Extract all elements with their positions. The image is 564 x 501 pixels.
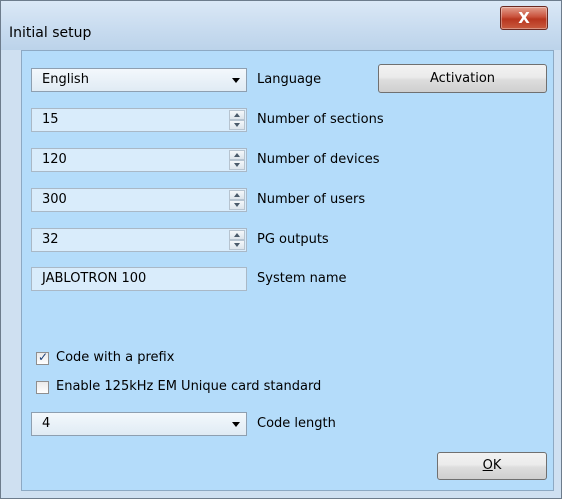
settings-panel: English Language Activation 15 Number of… [21, 50, 554, 491]
chevron-down-icon [232, 78, 240, 83]
code-prefix-option[interactable]: Code with a prefix [36, 349, 174, 367]
spin-down-icon[interactable] [229, 200, 245, 210]
pg-outputs-value: 32 [42, 232, 59, 247]
code-prefix-label: Code with a prefix [56, 350, 175, 365]
code-length-value: 4 [42, 416, 51, 431]
system-name-value: JABLOTRON 100 [42, 271, 147, 286]
em-card-option[interactable]: Enable 125kHz EM Unique card standard [36, 378, 321, 396]
title-bar[interactable]: Initial setup X [1, 1, 561, 50]
spin-down-icon[interactable] [229, 240, 245, 250]
spin-up-icon[interactable] [229, 230, 245, 240]
spin-down-icon[interactable] [229, 120, 245, 130]
ok-button[interactable]: OK [437, 452, 547, 480]
sections-value: 15 [42, 112, 59, 127]
em-card-checkbox[interactable] [36, 380, 49, 394]
activation-button[interactable]: Activation [378, 64, 547, 93]
language-value: English [42, 72, 89, 87]
close-button[interactable]: X [500, 6, 548, 30]
devices-label: Number of devices [257, 152, 380, 167]
devices-spin[interactable] [229, 150, 245, 170]
users-label: Number of users [257, 192, 366, 207]
pg-outputs-spin[interactable] [229, 230, 245, 250]
chevron-down-icon [232, 422, 240, 427]
language-select[interactable]: English [31, 68, 247, 92]
spin-up-icon[interactable] [229, 110, 245, 120]
close-icon: X [518, 8, 530, 27]
ok-mnemonic: O [482, 458, 493, 473]
initial-setup-dialog: Initial setup X English Language Activat… [0, 0, 562, 499]
spin-up-icon[interactable] [229, 190, 245, 200]
code-length-select[interactable]: 4 [31, 412, 247, 436]
language-label: Language [257, 72, 322, 87]
sections-label: Number of sections [257, 112, 384, 127]
code-length-label: Code length [257, 416, 336, 431]
spin-up-icon[interactable] [229, 150, 245, 160]
users-spin[interactable] [229, 190, 245, 210]
devices-value: 120 [42, 152, 67, 167]
window-title: Initial setup [9, 25, 92, 41]
sections-spin[interactable] [229, 110, 245, 130]
users-stepper[interactable]: 300 [31, 188, 247, 212]
pg-outputs-stepper[interactable]: 32 [31, 228, 247, 252]
system-name-input[interactable]: JABLOTRON 100 [31, 267, 247, 291]
users-value: 300 [42, 192, 67, 207]
ok-label-rest: K [492, 458, 502, 473]
devices-stepper[interactable]: 120 [31, 148, 247, 172]
sections-stepper[interactable]: 15 [31, 108, 247, 132]
pg-outputs-label: PG outputs [257, 232, 329, 247]
code-prefix-checkbox[interactable] [36, 350, 49, 365]
spin-down-icon[interactable] [229, 160, 245, 170]
system-name-label: System name [257, 271, 347, 286]
em-card-label: Enable 125kHz EM Unique card standard [56, 379, 322, 394]
